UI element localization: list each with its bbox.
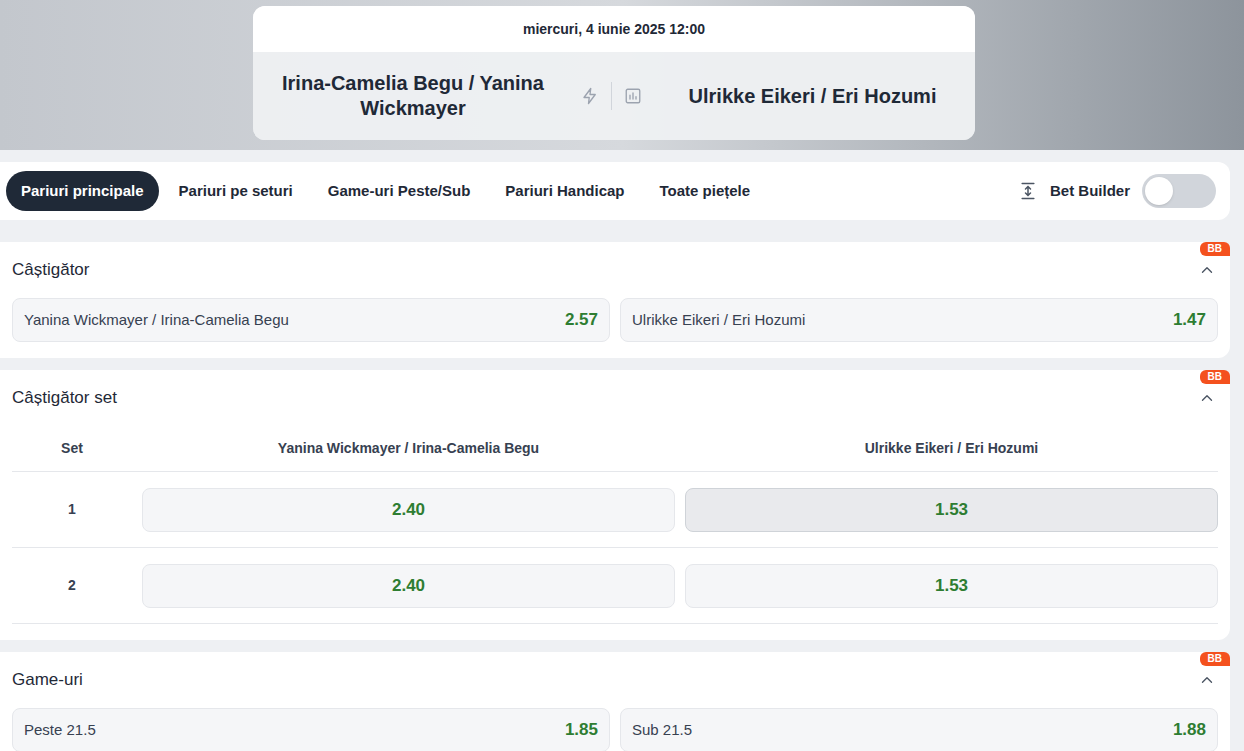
odds-value: 2.57 — [565, 307, 598, 333]
bb-badge: BB — [1200, 370, 1230, 384]
chevron-icon — [1198, 389, 1216, 407]
selection-label: Sub 21.5 — [632, 719, 692, 742]
odds-value: 2.40 — [392, 573, 425, 599]
market-title: Câștigător set — [12, 385, 117, 411]
odds-value: 2.40 — [392, 497, 425, 523]
odds-button[interactable]: Ulrikke Eikeri / Eri Hozumi 1.47 — [620, 298, 1218, 342]
selections: Peste 21.5 1.85 Sub 21.5 1.88 — [12, 708, 1218, 751]
tabs-bar: Pariuri principalePariuri pe seturiGame-… — [0, 162, 1230, 220]
odds-button[interactable]: Peste 21.5 1.85 — [12, 708, 610, 751]
tab[interactable]: Pariuri principale — [6, 171, 159, 212]
bet-builder-toggle[interactable] — [1142, 174, 1216, 208]
bet-builder: Bet Builder — [1018, 174, 1224, 208]
column-header: Set — [12, 438, 132, 459]
odds-value: 1.53 — [935, 497, 968, 523]
market-card: BB Câștigător Yanina Wickmayer / Irina-Cam… — [0, 242, 1230, 358]
bet-builder-label: Bet Builder — [1050, 180, 1130, 203]
bb-badge: BB — [1200, 652, 1230, 666]
odds-button[interactable]: Yanina Wickmayer / Irina-Camelia Begu 2.5… — [12, 298, 610, 342]
table-row: 1 2.40 1.53 — [12, 472, 1218, 548]
event-card: miercuri, 4 iunie 2025 12:00Irina-Cameli… — [253, 6, 975, 140]
set-number: 1 — [12, 499, 132, 520]
odds-value: 1.47 — [1173, 307, 1206, 333]
market-header[interactable]: Game-uri — [12, 652, 1218, 708]
expand-icon — [1018, 181, 1038, 201]
bb-badge: BB — [1200, 242, 1230, 256]
odds-button[interactable]: 2.40 — [142, 564, 675, 608]
market-card: BB Game-uri Peste 21.5 1.85 Sub 21.5 1.88 — [0, 652, 1230, 751]
tab[interactable]: Pariuri Handicap — [490, 171, 639, 212]
stats-icon — [624, 87, 642, 105]
column-header: Yanina Wickmayer / Irina-Camelia Begu — [142, 438, 675, 459]
market-header[interactable]: Câștigător set — [12, 370, 1218, 426]
odds-value: 1.85 — [565, 717, 598, 743]
odds-value: 1.53 — [935, 573, 968, 599]
markets: BB Câștigător Yanina Wickmayer / Irina-Cam… — [0, 242, 1244, 751]
odds-button[interactable]: 2.40 — [142, 488, 675, 532]
selections: Yanina Wickmayer / Irina-Camelia Begu 2.5… — [12, 298, 1218, 342]
tab[interactable]: Toate piețele — [645, 171, 766, 212]
market-title: Game-uri — [12, 667, 83, 693]
chevron-icon — [1198, 261, 1216, 279]
selection-label: Yanina Wickmayer / Irina-Camelia Begu — [24, 309, 289, 332]
teams-row: Irina-Camelia Begu / Yanina Wickmayer Ulr… — [253, 52, 975, 140]
selection-label: Peste 21.5 — [24, 719, 96, 742]
lightning-icon — [581, 87, 599, 105]
event-icons — [581, 82, 642, 110]
table-row: 2 2.40 1.53 — [12, 548, 1218, 624]
set-number: 2 — [12, 575, 132, 596]
divider — [611, 82, 612, 110]
odds-button[interactable]: 1.53 — [685, 488, 1218, 532]
tab[interactable]: Pariuri pe seturi — [164, 171, 308, 212]
market-title: Câștigător — [12, 257, 89, 283]
event-header: miercuri, 4 iunie 2025 12:00Irina-Cameli… — [0, 0, 1244, 150]
event-datetime: miercuri, 4 iunie 2025 12:00 — [253, 6, 975, 52]
selection-label: Ulrikke Eikeri / Eri Hozumi — [632, 309, 805, 332]
odds-button[interactable]: 1.53 — [685, 564, 1218, 608]
home-team: Irina-Camelia Begu / Yanina Wickmayer — [253, 71, 573, 121]
away-team: Ulrikke Eikeri / Eri Hozumi — [650, 81, 975, 111]
odds-value: 1.88 — [1173, 717, 1206, 743]
tab[interactable]: Game-uri Peste/Sub — [313, 171, 486, 212]
odds-button[interactable]: Sub 21.5 1.88 — [620, 708, 1218, 751]
column-header: Ulrikke Eikeri / Eri Hozumi — [685, 438, 1218, 459]
market-card: BB Câștigător set Set Yanina Wickmayer / Ir… — [0, 370, 1230, 640]
market-header[interactable]: Câștigător — [12, 242, 1218, 298]
chevron-icon — [1198, 671, 1216, 689]
toggle-knob — [1145, 177, 1173, 205]
table-header: Set Yanina Wickmayer / Irina-Camelia Begu… — [12, 426, 1218, 472]
